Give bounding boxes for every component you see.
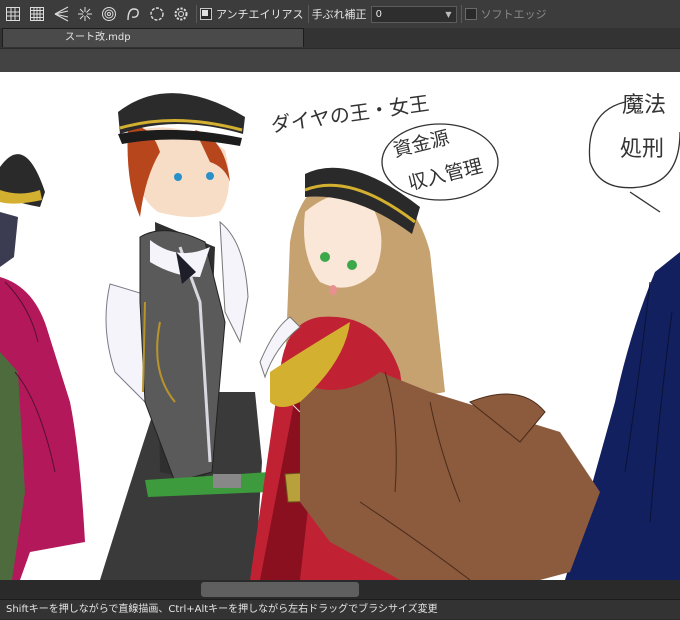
vanishing-point-icon[interactable] xyxy=(50,3,72,25)
soft-edge-checkbox[interactable] xyxy=(464,8,477,20)
status-text: Shiftキーを押しながらで直線描画、Ctrl+Altキーを押しながら左右ドラッ… xyxy=(6,604,438,615)
toolbar: アンチエイリアス 手ぶれ補正 0 ▼ ソフトエッジ xyxy=(0,0,680,29)
perspective-icon[interactable] xyxy=(26,3,48,25)
chevron-down-icon: ▼ xyxy=(445,9,452,19)
antialias-checkbox[interactable] xyxy=(200,8,212,20)
circle-icon[interactable] xyxy=(146,3,168,25)
note-circle-1: 資金源 xyxy=(391,127,452,162)
stabilizer-select[interactable]: 0 ▼ xyxy=(370,5,457,23)
tab-label: スート改.mdp xyxy=(65,32,131,43)
note-right-2: 処刑 xyxy=(620,137,664,162)
canvas-ruler-strip xyxy=(0,48,680,74)
curve-icon[interactable] xyxy=(122,3,144,25)
character-left-edge xyxy=(0,154,85,580)
note-right-1: 魔法 xyxy=(622,93,666,118)
grid-icon[interactable] xyxy=(2,3,24,25)
toolbar-separator xyxy=(460,5,462,23)
horizontal-scrollbar[interactable] xyxy=(0,580,680,599)
tab-document[interactable]: スート改.mdp xyxy=(2,28,304,47)
note-top: ダイヤの王・女王 xyxy=(269,91,430,137)
stabilizer-label: 手ぶれ補正 xyxy=(311,8,367,21)
soft-edge-label: ソフトエッジ xyxy=(480,8,547,21)
document-tab-bar: スート改.mdp xyxy=(0,28,680,48)
toolbar-separator xyxy=(196,5,197,23)
artwork: ダイヤの王・女王 資金源 収入管理 魔法 処刑 xyxy=(0,91,680,580)
status-bar: Shiftキーを押しながらで直線描画、Ctrl+Altキーを押しながら左右ドラッ… xyxy=(0,599,680,619)
scrollbar-thumb[interactable] xyxy=(201,582,359,597)
toolbar-separator xyxy=(307,5,309,23)
stabilizer-value: 0 xyxy=(375,8,382,20)
drawing-canvas[interactable]: ダイヤの王・女王 資金源 収入管理 魔法 処刑 xyxy=(0,72,680,580)
character-girl xyxy=(250,167,600,580)
gear-icon[interactable] xyxy=(170,3,192,25)
note-circle-2: 収入管理 xyxy=(406,155,485,195)
radial-line-icon[interactable] xyxy=(74,3,96,25)
concentric-circle-icon[interactable] xyxy=(98,3,120,25)
character-boy xyxy=(100,93,270,580)
antialias-label: アンチエイリアス xyxy=(216,8,304,21)
